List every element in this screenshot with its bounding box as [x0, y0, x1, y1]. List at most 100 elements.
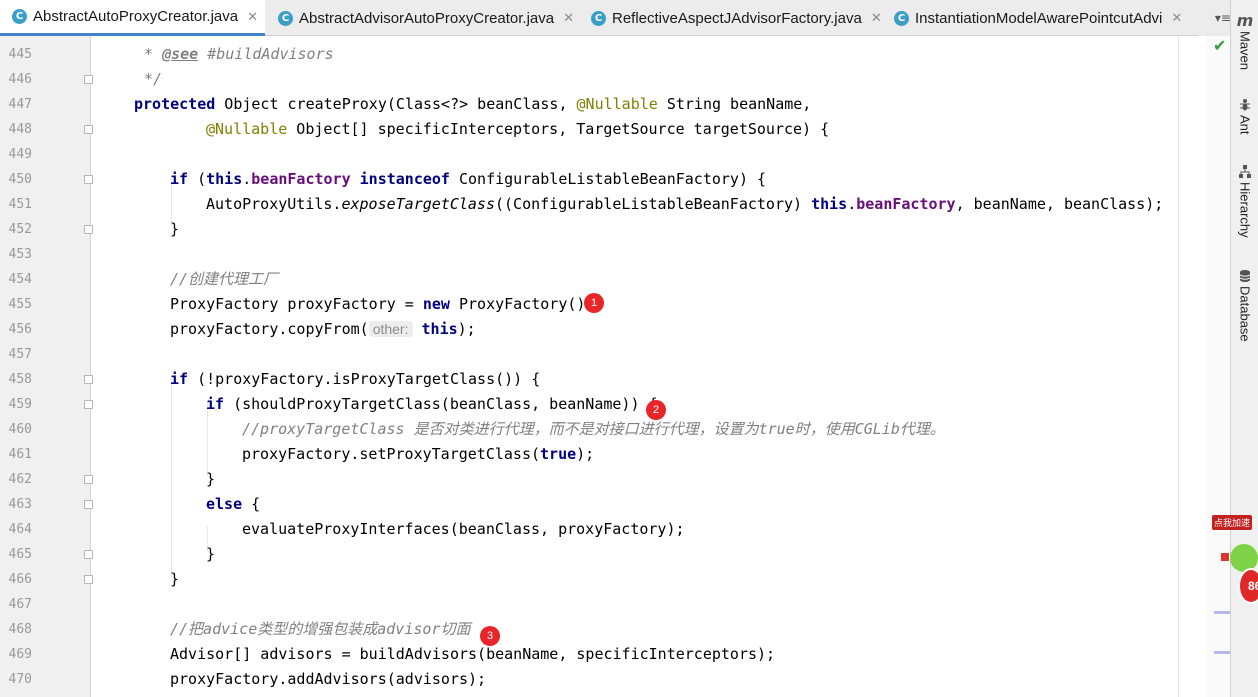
- keyword-true: true: [540, 445, 577, 463]
- database-icon: [1239, 270, 1251, 282]
- class-icon: C: [278, 10, 293, 26]
- line-number: 466: [8, 572, 32, 587]
- line-number: 459: [8, 397, 32, 412]
- field-bean-factory: beanFactory: [251, 170, 351, 188]
- keyword-new: new: [422, 295, 450, 313]
- code-text: Advisor[] advisors = buildAdvisors(beanN…: [170, 645, 776, 663]
- speed-boost-banner[interactable]: 点我加速: [1212, 515, 1253, 530]
- code-line-446: */: [144, 67, 162, 92]
- code-text: proxyFactory.addAdvisors(advisors);: [170, 670, 487, 688]
- step-badge-1: 1: [584, 293, 604, 313]
- editor-tab-bar: C AbstractAutoProxyCreator.java ✕ C Abst…: [0, 0, 1258, 36]
- maven-icon: m: [1236, 11, 1254, 30]
- code-editor[interactable]: * @see #buildAdvisors */ protected Objec…: [92, 36, 1177, 697]
- tab-label: InstantiationModelAwarePointcutAdvi: [915, 9, 1163, 27]
- tool-window-maven[interactable]: m Maven: [1231, 11, 1258, 71]
- step-badge-2: 2: [646, 400, 666, 420]
- tab-instantiation-model-aware-pointcut[interactable]: C InstantiationModelAwarePointcutAdvi ✕: [882, 0, 1198, 36]
- line-number: 464: [8, 522, 32, 537]
- line-number: 465: [8, 547, 32, 562]
- line-number: 453: [8, 247, 32, 262]
- line-number: 463: [8, 497, 32, 512]
- line-number: 451: [8, 197, 32, 212]
- close-icon[interactable]: ✕: [1171, 10, 1182, 26]
- method-params: Object[] specificInterceptors, TargetSou…: [287, 120, 830, 138]
- code-line-452: }: [170, 217, 179, 242]
- hierarchy-icon: [1239, 165, 1251, 178]
- keyword-this: this: [811, 195, 848, 213]
- line-number: 445: [8, 47, 32, 62]
- code-line-466: }: [170, 567, 179, 592]
- code-line-458: if (!proxyFactory.isProxyTargetClass()) …: [170, 367, 540, 392]
- class-icon: C: [894, 10, 909, 26]
- line-number: 447: [8, 97, 32, 112]
- tool-window-label: Hierarchy: [1237, 182, 1253, 238]
- speed-boost-widget[interactable]: 点我加速 86: [1208, 510, 1258, 610]
- annotation-nullable: @Nullable: [206, 120, 288, 138]
- annotation-nullable: @Nullable: [576, 95, 658, 113]
- tool-window-hierarchy[interactable]: Hierarchy: [1231, 165, 1258, 238]
- line-number-gutter[interactable]: 445 446 447 448 449 450 451 452 453 454 …: [0, 36, 93, 697]
- code-text: evaluateProxyInterfaces(beanClass, proxy…: [242, 520, 685, 538]
- code-text: (!proxyFactory.isProxyTargetClass()) {: [188, 370, 541, 388]
- line-number: 449: [8, 147, 32, 162]
- flag-icon: [1220, 552, 1230, 562]
- tool-window-database[interactable]: Database: [1231, 269, 1258, 342]
- closing-brace: }: [206, 545, 216, 563]
- javadoc-star: *: [144, 45, 163, 63]
- keyword-protected: protected: [134, 95, 216, 113]
- line-number: 460: [8, 422, 32, 437]
- field-bean-factory: beanFactory: [856, 195, 956, 213]
- javadoc-reference: #buildAdvisors: [198, 45, 334, 63]
- method-signature: Object createProxy(Class<?> beanClass,: [215, 95, 577, 113]
- code-line-465: }: [206, 542, 215, 567]
- code-text: .: [847, 195, 857, 213]
- code-line-470: proxyFactory.addAdvisors(advisors);: [170, 667, 486, 692]
- keyword-this: this: [421, 320, 458, 338]
- class-icon: C: [591, 10, 606, 26]
- line-comment: //创建代理工厂: [170, 270, 279, 288]
- keyword-if: if: [170, 170, 189, 188]
- line-number: 462: [8, 472, 32, 487]
- line-number: 448: [8, 122, 32, 137]
- tool-window-ant[interactable]: Ant: [1231, 98, 1258, 135]
- javadoc-end: */: [144, 70, 163, 88]
- code-text: {: [242, 495, 261, 513]
- close-icon[interactable]: ✕: [871, 10, 881, 26]
- code-text: ProxyFactory proxyFactory =: [170, 295, 423, 313]
- line-comment: //把advice类型的增强包装成advisor切面: [170, 620, 471, 638]
- tab-abstract-advisor-auto-proxy-creator[interactable]: C AbstractAdvisorAutoProxyCreator.java ✕: [266, 0, 578, 36]
- code-line-461: proxyFactory.setProxyTargetClass(true);: [242, 442, 594, 467]
- param-bean-name: String beanName,: [657, 95, 812, 113]
- keyword-if: if: [170, 370, 189, 388]
- code-line-447: protected Object createProxy(Class<?> be…: [134, 92, 811, 117]
- line-number: 467: [8, 597, 32, 612]
- code-line-454: //创建代理工厂: [170, 267, 278, 292]
- tab-abstract-auto-proxy-creator[interactable]: C AbstractAutoProxyCreator.java ✕: [0, 0, 265, 36]
- code-line-455: ProxyFactory proxyFactory = new ProxyFac…: [170, 292, 594, 317]
- code-line-456: proxyFactory.copyFrom(other: this);: [170, 317, 476, 342]
- class-icon: C: [12, 9, 27, 24]
- javadoc-see-tag[interactable]: @see: [162, 45, 198, 63]
- inspection-ok-icon[interactable]: ✔: [1213, 36, 1226, 55]
- code-line-468: //把advice类型的增强包装成advisor切面: [170, 617, 470, 642]
- keyword-this: this: [206, 170, 243, 188]
- step-badge-3: 3: [480, 626, 500, 646]
- code-text: .: [242, 170, 252, 188]
- code-line-469: Advisor[] advisors = buildAdvisors(beanN…: [170, 642, 775, 667]
- close-icon[interactable]: ✕: [563, 10, 574, 26]
- close-icon[interactable]: ✕: [247, 9, 258, 25]
- code-line-464: evaluateProxyInterfaces(beanClass, proxy…: [242, 517, 685, 542]
- closing-brace: }: [170, 220, 180, 238]
- ant-icon: [1240, 99, 1250, 111]
- speed-indicator[interactable]: 86: [1238, 568, 1258, 604]
- keyword-if: if: [206, 395, 225, 413]
- tab-reflective-aspectj-advisor-factory[interactable]: C ReflectiveAspectJAdvisorFactory.java ✕: [579, 0, 881, 36]
- code-text: (: [188, 170, 207, 188]
- code-line-462: }: [206, 467, 215, 492]
- line-number: 446: [8, 72, 32, 87]
- code-text: proxyFactory.copyFrom(: [170, 320, 369, 338]
- closing-brace: }: [206, 470, 216, 488]
- list-icon: ▾≡: [1214, 11, 1231, 25]
